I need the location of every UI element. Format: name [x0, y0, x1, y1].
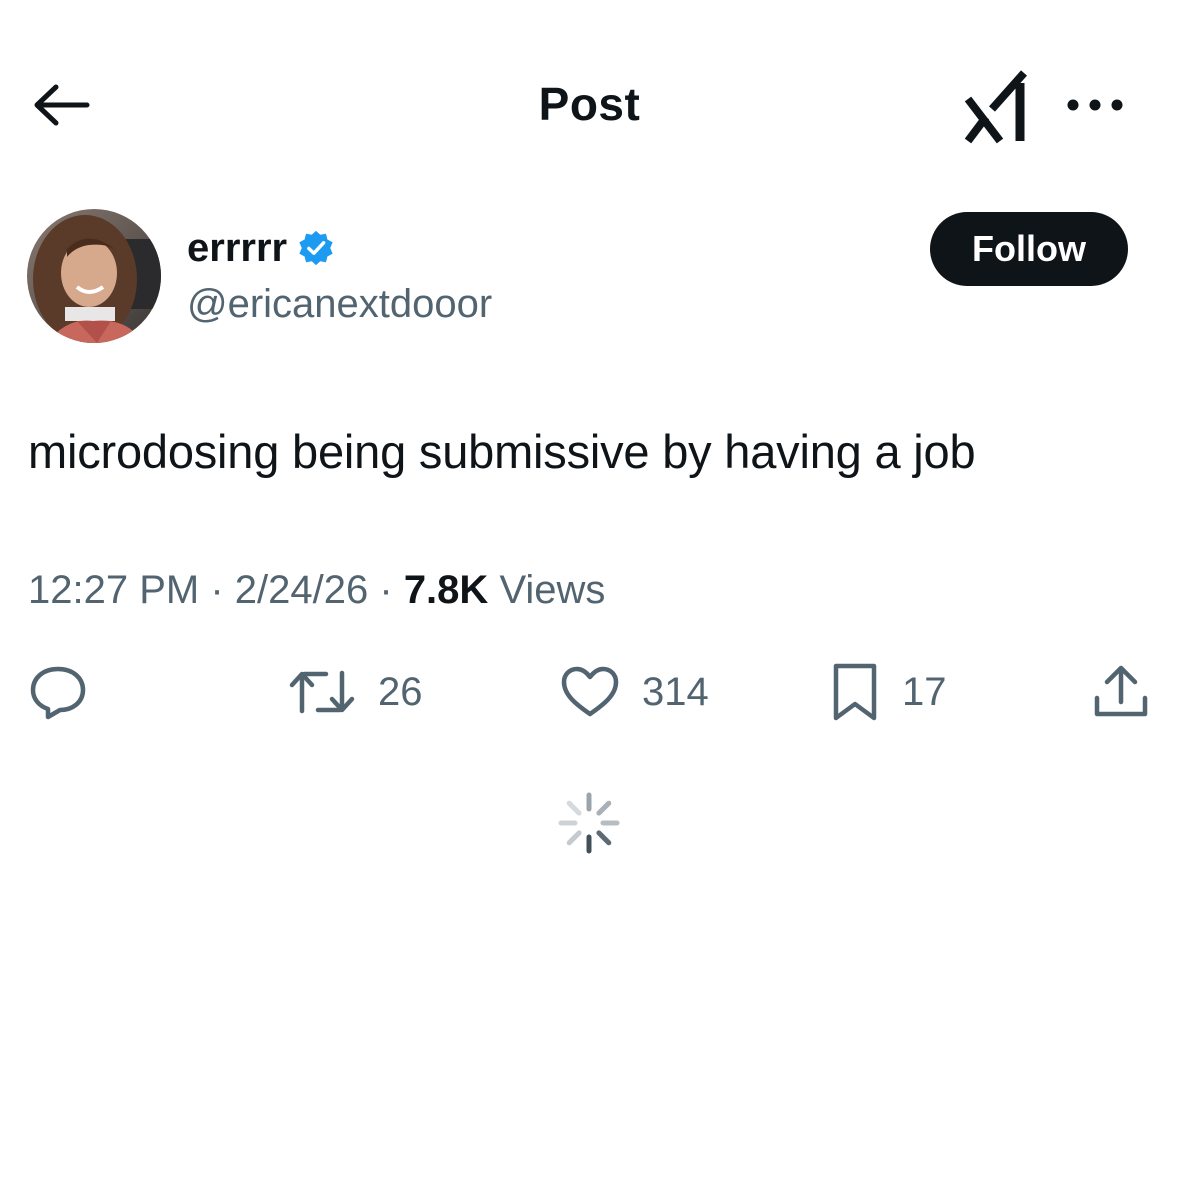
post-meta: 12:27 PM · 2/24/26 · 7.8K Views: [28, 563, 605, 617]
reply-button[interactable]: [28, 662, 88, 722]
like-button[interactable]: 314: [560, 662, 709, 722]
avatar-photo: [27, 209, 161, 343]
repost-button[interactable]: 26: [288, 662, 423, 722]
views-group[interactable]: 7.8K Views: [404, 568, 606, 612]
meta-separator: ·: [210, 568, 235, 612]
loading-spinner-icon: [558, 792, 620, 854]
top-bar: Post: [0, 55, 1179, 155]
grok-button[interactable]: [962, 67, 1032, 147]
post-date: 2/24/26: [234, 568, 369, 612]
post-time: 12:27 PM: [28, 568, 200, 612]
post-text: microdosing being submissive by having a…: [28, 425, 976, 478]
like-count: 314: [642, 669, 709, 714]
author-handle[interactable]: @ericanextdooor: [187, 278, 492, 330]
verified-badge-icon: [299, 230, 333, 266]
author-display-name: errrrr: [187, 226, 288, 270]
views-count: 7.8K: [403, 568, 489, 612]
more-button[interactable]: [1060, 83, 1130, 127]
grok-logo-icon: [964, 70, 1027, 144]
post-page: Post errrrr @ericanextdooor Follow micro…: [0, 0, 1179, 1179]
reply-icon: [30, 666, 86, 720]
more-horizontal-icon: [1067, 99, 1123, 111]
author-name[interactable]: errrrr: [187, 222, 335, 274]
avatar[interactable]: [27, 209, 161, 343]
share-button[interactable]: [1092, 662, 1150, 722]
bookmark-count: 17: [902, 669, 947, 714]
views-label: Views: [499, 568, 606, 612]
repost-count: 26: [378, 669, 423, 714]
bookmark-button[interactable]: 17: [830, 662, 947, 722]
share-icon: [1094, 665, 1148, 717]
bookmark-icon: [833, 663, 877, 721]
heart-icon: [561, 666, 619, 717]
repost-icon: [289, 670, 355, 714]
meta-separator: ·: [379, 568, 404, 612]
follow-button[interactable]: Follow: [930, 212, 1128, 286]
